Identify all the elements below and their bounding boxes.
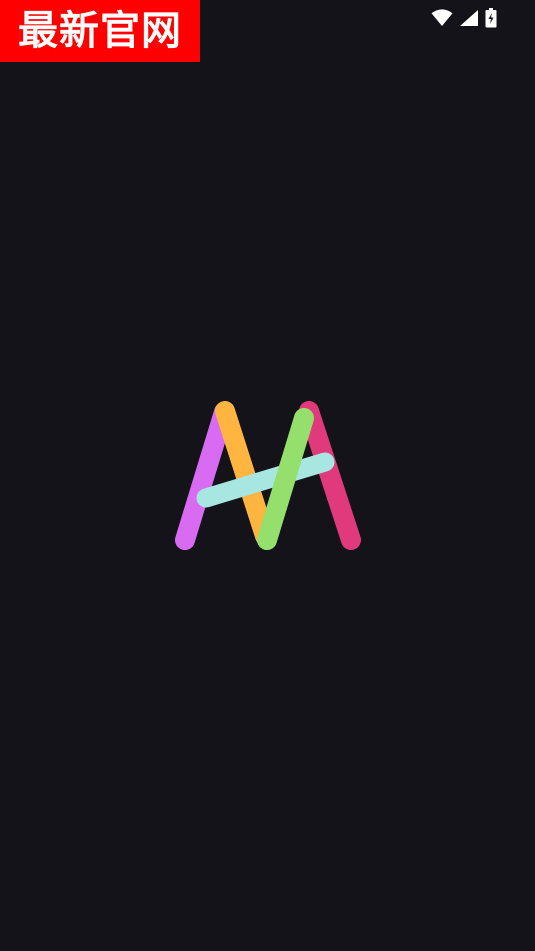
splash-screen: 最新官网 xyxy=(0,0,535,951)
watermark-badge: 最新官网 xyxy=(0,0,200,62)
app-logo-icon xyxy=(168,396,368,556)
battery-charging-icon xyxy=(485,8,497,28)
wifi-icon xyxy=(431,9,453,27)
cell-signal-icon xyxy=(459,9,479,27)
status-bar xyxy=(431,8,497,28)
watermark-text: 最新官网 xyxy=(18,8,182,54)
